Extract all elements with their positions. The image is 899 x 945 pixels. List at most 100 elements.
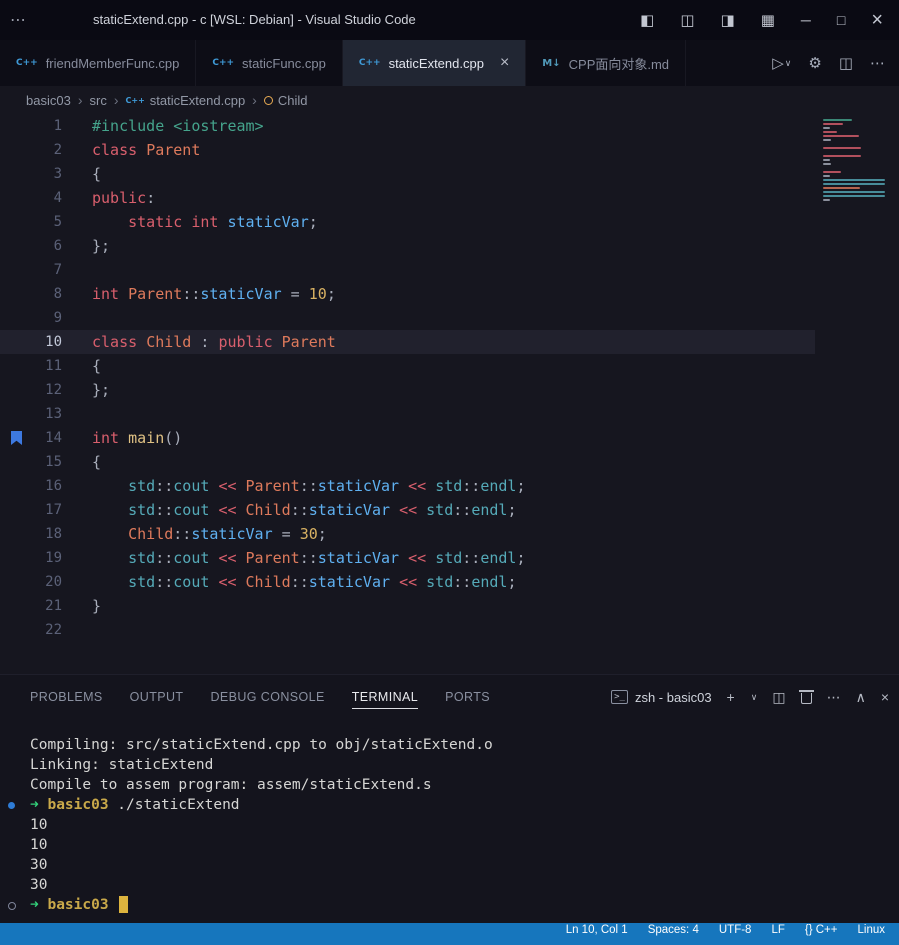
line-number[interactable]: 12 bbox=[0, 378, 62, 402]
status-encoding[interactable]: UTF-8 bbox=[719, 924, 752, 945]
code-line[interactable]: 7 bbox=[0, 258, 815, 282]
more-actions-icon[interactable]: ⋯ bbox=[870, 54, 885, 72]
line-number[interactable]: 8 bbox=[0, 282, 62, 306]
layout-sidebar-right-icon[interactable]: ◨ bbox=[721, 11, 735, 29]
settings-gear-icon[interactable]: ⚙ bbox=[808, 54, 821, 72]
command-decoration bbox=[0, 875, 30, 895]
line-number[interactable]: 16 bbox=[0, 474, 62, 498]
run-button[interactable]: ▷ ∨ bbox=[772, 54, 791, 72]
close-panel-icon[interactable]: × bbox=[881, 689, 889, 705]
status-language-mode[interactable]: {} C++ bbox=[805, 924, 838, 945]
line-number[interactable]: 17 bbox=[0, 498, 62, 522]
close-window-button[interactable]: × bbox=[871, 9, 883, 32]
panel-tab-output[interactable]: OUTPUT bbox=[130, 685, 184, 709]
code-text: int main() bbox=[62, 426, 182, 450]
tab-friendmemberfunc-cpp[interactable]: C++friendMemberFunc.cpp bbox=[0, 40, 196, 86]
code-line[interactable]: 3{ bbox=[0, 162, 815, 186]
line-number[interactable]: 11 bbox=[0, 354, 62, 378]
new-terminal-icon[interactable]: + bbox=[727, 689, 735, 705]
panel-tab-debug-console[interactable]: DEBUG CONSOLE bbox=[210, 685, 324, 709]
tab-staticfunc-cpp[interactable]: C++staticFunc.cpp bbox=[196, 40, 343, 86]
line-number[interactable]: 22 bbox=[0, 618, 62, 642]
line-number[interactable]: 18 bbox=[0, 522, 62, 546]
code-line[interactable]: 17 std::cout << Child::staticVar << std:… bbox=[0, 498, 815, 522]
layout-sidebar-left-icon[interactable]: ◧ bbox=[640, 11, 654, 29]
code-token: << bbox=[218, 549, 236, 567]
tab-staticextend-cpp[interactable]: C++staticExtend.cpp× bbox=[343, 40, 526, 86]
terminal-profile-dropdown-icon[interactable]: ∨ bbox=[751, 692, 758, 703]
line-number[interactable]: 1 bbox=[0, 114, 62, 138]
code-line[interactable]: 15{ bbox=[0, 450, 815, 474]
line-number[interactable]: 10 bbox=[0, 330, 62, 354]
line-number[interactable]: 3 bbox=[0, 162, 62, 186]
split-terminal-icon[interactable]: ◫ bbox=[772, 689, 785, 706]
code-token: cout bbox=[173, 573, 209, 591]
status-eol[interactable]: LF bbox=[771, 924, 784, 945]
code-text: std::cout << Child::staticVar << std::en… bbox=[62, 498, 516, 522]
minimap-line bbox=[823, 179, 885, 181]
code-line[interactable]: 10class Child : public Parent bbox=[0, 330, 815, 354]
line-number[interactable]: 4 bbox=[0, 186, 62, 210]
minimize-button[interactable]: ─ bbox=[801, 12, 811, 28]
code-line[interactable]: 22 bbox=[0, 618, 815, 642]
maximize-panel-icon[interactable]: ∧ bbox=[856, 689, 866, 706]
terminal-instance[interactable]: >_ zsh - basic03 bbox=[611, 690, 711, 705]
code-line[interactable]: 11{ bbox=[0, 354, 815, 378]
code-line[interactable]: 20 std::cout << Child::staticVar << std:… bbox=[0, 570, 815, 594]
code-line[interactable]: 12}; bbox=[0, 378, 815, 402]
line-number[interactable]: 5 bbox=[0, 210, 62, 234]
status-indentation[interactable]: Spaces: 4 bbox=[648, 924, 699, 945]
code-text: #include <iostream> bbox=[62, 114, 264, 138]
code-token: :: bbox=[462, 477, 480, 495]
customize-layout-icon[interactable]: ▦ bbox=[761, 11, 775, 29]
panel-more-icon[interactable]: ⋯ bbox=[827, 689, 841, 706]
code-line[interactable]: 18 Child::staticVar = 30; bbox=[0, 522, 815, 546]
line-number[interactable]: 2 bbox=[0, 138, 62, 162]
breadcrumb-item-basic03[interactable]: basic03 bbox=[26, 93, 71, 108]
line-number[interactable]: 21 bbox=[0, 594, 62, 618]
code-line[interactable]: 8int Parent::staticVar = 10; bbox=[0, 282, 815, 306]
command-decoration bbox=[0, 855, 30, 875]
kill-terminal-icon[interactable] bbox=[801, 693, 812, 704]
code-line[interactable]: 2class Parent bbox=[0, 138, 815, 162]
line-number[interactable]: 15 bbox=[0, 450, 62, 474]
split-editor-icon[interactable]: ◫ bbox=[839, 54, 853, 72]
line-number[interactable]: 13 bbox=[0, 402, 62, 426]
line-number[interactable]: 9 bbox=[0, 306, 62, 330]
code-line[interactable]: 6}; bbox=[0, 234, 815, 258]
tab-close-icon[interactable]: × bbox=[500, 54, 509, 72]
window-menu-icon[interactable]: ⋯ bbox=[0, 10, 42, 30]
line-number[interactable]: 20 bbox=[0, 570, 62, 594]
line-number[interactable]: 14 bbox=[0, 426, 62, 450]
code-line[interactable]: 5 static int staticVar; bbox=[0, 210, 815, 234]
code-line[interactable]: 19 std::cout << Parent::staticVar << std… bbox=[0, 546, 815, 570]
maximize-button[interactable]: □ bbox=[837, 12, 845, 28]
code-line[interactable]: 13 bbox=[0, 402, 815, 426]
status-cursor-position[interactable]: Ln 10, Col 1 bbox=[566, 924, 628, 945]
terminal-output[interactable]: Compiling: src/staticExtend.cpp to obj/s… bbox=[0, 719, 899, 915]
breadcrumb-item-child[interactable]: Child bbox=[264, 93, 308, 108]
code-line[interactable]: 21} bbox=[0, 594, 815, 618]
command-decoration bbox=[0, 775, 30, 795]
line-number[interactable]: 19 bbox=[0, 546, 62, 570]
minimap[interactable] bbox=[815, 114, 899, 674]
code-token: Parent bbox=[146, 141, 200, 159]
editor[interactable]: 1#include <iostream>2class Parent3{4publ… bbox=[0, 114, 899, 674]
line-number[interactable]: 7 bbox=[0, 258, 62, 282]
code-line[interactable]: 14int main() bbox=[0, 426, 815, 450]
line-number[interactable]: 6 bbox=[0, 234, 62, 258]
code-line[interactable]: 16 std::cout << Parent::staticVar << std… bbox=[0, 474, 815, 498]
code-line[interactable]: 4public: bbox=[0, 186, 815, 210]
code-token: }; bbox=[92, 237, 110, 255]
panel-tab-problems[interactable]: PROBLEMS bbox=[30, 685, 103, 709]
code-line[interactable]: 9 bbox=[0, 306, 815, 330]
panel-tab-ports[interactable]: PORTS bbox=[445, 685, 490, 709]
panel-tab-terminal[interactable]: TERMINAL bbox=[352, 685, 418, 709]
code-token: << bbox=[399, 501, 417, 519]
code-line[interactable]: 1#include <iostream> bbox=[0, 114, 815, 138]
tab-cpp-md[interactable]: M↓CPP面向对象.md bbox=[526, 40, 686, 86]
layout-panel-icon[interactable]: ◫ bbox=[680, 11, 694, 29]
breadcrumb-item-src[interactable]: src bbox=[89, 93, 106, 108]
breadcrumb-item-staticextend-cpp[interactable]: C++staticExtend.cpp bbox=[126, 93, 246, 108]
status-os[interactable]: Linux bbox=[858, 924, 886, 945]
